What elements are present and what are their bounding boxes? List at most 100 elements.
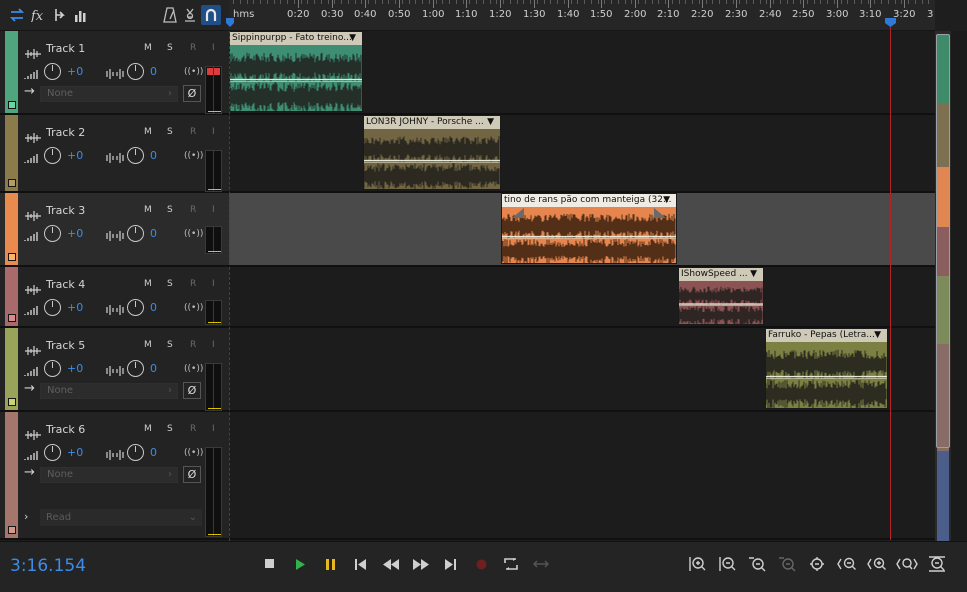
timecode-display[interactable]: 3:16.154: [10, 556, 86, 576]
clip-indicator-left[interactable]: [207, 68, 213, 75]
track-lane[interactable]: [229, 412, 935, 540]
arm-record-button[interactable]: R: [190, 279, 196, 289]
volume-value[interactable]: +0: [67, 362, 83, 375]
clip-title-bar[interactable]: tino de rans pão com manteiga (32... ▼: [502, 194, 676, 207]
mute-button[interactable]: M: [144, 205, 152, 215]
pan-value[interactable]: 0: [150, 149, 157, 162]
snap-icon[interactable]: [181, 5, 199, 25]
record-monitor-icon[interactable]: ((•)): [184, 67, 203, 77]
track-lane[interactable]: IShowSpeed ... ▼: [229, 267, 935, 328]
overview-viewport[interactable]: [936, 34, 950, 448]
volume-value[interactable]: +0: [67, 65, 83, 78]
track-header[interactable]: Track 1 M S R I +0 0 ((•)) → None › Ø: [0, 31, 229, 115]
audio-clip[interactable]: Farruko - Pepas (Letra... ▼: [765, 328, 888, 409]
vertical-scrollbar[interactable]: [951, 31, 967, 541]
input-select[interactable]: None ›: [40, 467, 178, 483]
input-select[interactable]: None ›: [40, 383, 178, 399]
pan-value[interactable]: 0: [150, 446, 157, 459]
record-monitor-icon[interactable]: ((•)): [184, 229, 203, 239]
track-lane[interactable]: tino de rans pão com manteiga (32... ▼: [229, 193, 935, 267]
pan-knob[interactable]: [127, 299, 144, 316]
track-name[interactable]: Track 1: [46, 42, 85, 55]
track-header[interactable]: Track 2 M S R I +0 0 ((•)): [0, 115, 229, 193]
mute-button[interactable]: M: [144, 279, 152, 289]
track-lane[interactable]: LON3R JOHNY - Porsche ... ▼: [229, 115, 935, 193]
zoom-in-playhead-icon[interactable]: [836, 555, 858, 573]
zoom-in-out-icon[interactable]: [896, 555, 918, 573]
track-color-chip[interactable]: [8, 101, 16, 109]
fx-icon[interactable]: fx: [30, 5, 48, 25]
monitor-input-button[interactable]: I: [212, 279, 215, 289]
track-name[interactable]: Track 6: [46, 423, 85, 436]
track-color-chip[interactable]: [8, 179, 16, 187]
sends-icon[interactable]: [52, 5, 70, 25]
mute-button[interactable]: M: [144, 43, 152, 53]
phase-invert-button[interactable]: Ø: [183, 466, 201, 483]
monitor-input-button[interactable]: I: [212, 43, 215, 53]
clip-menu-icon[interactable]: ▼: [349, 32, 356, 45]
volume-knob[interactable]: [44, 63, 61, 80]
track-name[interactable]: Track 4: [46, 278, 85, 291]
automation-expander-icon[interactable]: ›: [24, 510, 28, 523]
track-lane[interactable]: Farruko - Pepas (Letra... ▼: [229, 328, 935, 412]
track-color-chip[interactable]: [8, 398, 16, 406]
zoom-out-amplitude-icon[interactable]: [716, 555, 738, 573]
solo-button[interactable]: S: [167, 205, 173, 215]
pan-knob[interactable]: [127, 444, 144, 461]
record-monitor-icon[interactable]: ((•)): [184, 364, 203, 374]
monitor-input-button[interactable]: I: [212, 127, 215, 137]
audio-clip[interactable]: LON3R JOHNY - Porsche ... ▼: [363, 115, 501, 190]
monitor-input-button[interactable]: I: [212, 205, 215, 215]
record-monitor-icon[interactable]: ((•)): [184, 448, 203, 458]
arm-record-button[interactable]: R: [190, 43, 196, 53]
record-button[interactable]: [471, 555, 491, 573]
volume-knob[interactable]: [44, 147, 61, 164]
audio-clip[interactable]: IShowSpeed ... ▼: [678, 267, 764, 325]
pan-value[interactable]: 0: [150, 301, 157, 314]
go-to-end-button[interactable]: [441, 555, 461, 573]
pan-knob[interactable]: [127, 360, 144, 377]
clip-title-bar[interactable]: IShowSpeed ... ▼: [679, 268, 763, 281]
input-select[interactable]: None ›: [40, 86, 178, 102]
arm-record-button[interactable]: R: [190, 205, 196, 215]
zoom-in-time-icon[interactable]: [806, 555, 828, 573]
rewind-button[interactable]: [381, 555, 401, 573]
zoom-to-selection-icon[interactable]: [746, 555, 768, 573]
clip-title-bar[interactable]: Sippinpurpp - Fato treino... ▼: [230, 32, 362, 45]
track-color-chip[interactable]: [8, 253, 16, 261]
playhead-line[interactable]: [890, 24, 891, 540]
automation-mode-select[interactable]: Read ⌄: [40, 509, 202, 526]
track-header[interactable]: Track 4 M S R I +0 0 ((•)): [0, 267, 229, 328]
go-to-start-button[interactable]: [351, 555, 371, 573]
solo-button[interactable]: S: [167, 279, 173, 289]
skip-selection-icon[interactable]: [531, 555, 551, 573]
arm-record-button[interactable]: R: [190, 340, 196, 350]
volume-knob[interactable]: [44, 299, 61, 316]
record-monitor-icon[interactable]: ((•)): [184, 151, 203, 161]
track-color-chip[interactable]: [8, 314, 16, 322]
zoom-out-time-icon[interactable]: [866, 555, 888, 573]
volume-value[interactable]: +0: [67, 301, 83, 314]
pan-value[interactable]: 0: [150, 227, 157, 240]
track-header[interactable]: Track 3 M S R I +0 0 ((•)): [0, 193, 229, 267]
mute-button[interactable]: M: [144, 424, 152, 434]
arm-record-button[interactable]: R: [190, 424, 196, 434]
track-header[interactable]: Track 5 M S R I +0 0 ((•)) → None › Ø: [0, 328, 229, 412]
phase-invert-button[interactable]: Ø: [183, 382, 201, 399]
magnet-icon[interactable]: [201, 5, 221, 25]
volume-value[interactable]: +0: [67, 149, 83, 162]
clip-menu-icon[interactable]: ▼: [487, 116, 494, 129]
pan-value[interactable]: 0: [150, 362, 157, 375]
stop-button[interactable]: [260, 555, 280, 573]
track-header[interactable]: Track 6 M S R I +0 0 ((•)) → None › Ø › Read ⌄: [0, 412, 229, 540]
clip-title-bar[interactable]: Farruko - Pepas (Letra... ▼: [766, 329, 887, 342]
time-ruler[interactable]: hms 0:20 0:30 0:40 0:50 1:00 1:10 1:20 1:30 1:40 1…: [229, 0, 935, 31]
clip-menu-icon[interactable]: ▼: [663, 194, 670, 207]
fast-forward-button[interactable]: [411, 555, 431, 573]
pan-value[interactable]: 0: [150, 65, 157, 78]
zoom-in-amplitude-icon[interactable]: [686, 555, 708, 573]
volume-value[interactable]: +0: [67, 227, 83, 240]
track-name[interactable]: Track 3: [46, 204, 85, 217]
pan-knob[interactable]: [127, 63, 144, 80]
pan-knob[interactable]: [127, 147, 144, 164]
